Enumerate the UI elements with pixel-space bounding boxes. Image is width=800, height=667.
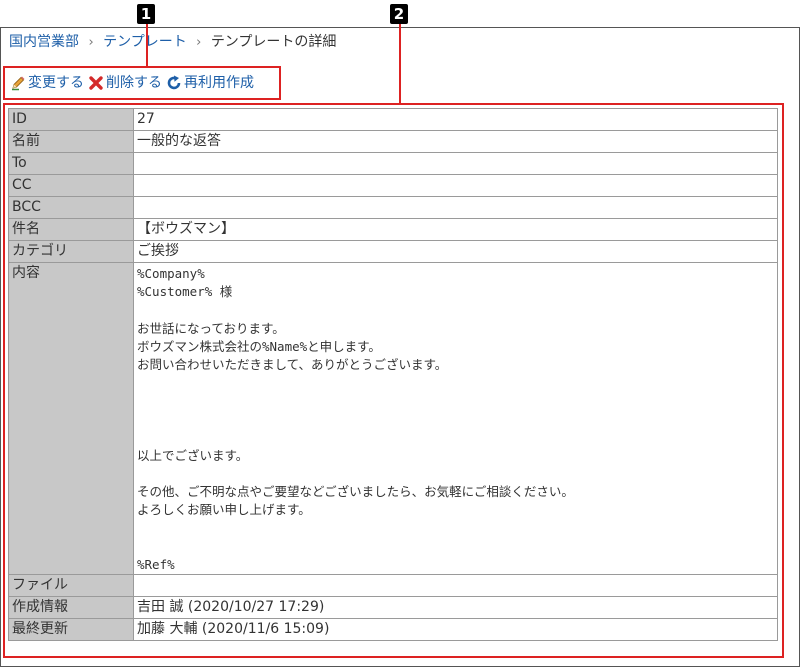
row-label: 内容	[8, 261, 134, 576]
delete-button-label: 削除する	[106, 75, 162, 91]
body-line: %Customer% 様	[137, 284, 233, 300]
callout-2-line	[399, 20, 401, 103]
row-value	[133, 574, 778, 598]
detail-row-file: ファイル	[8, 574, 778, 598]
row-label: 件名	[8, 218, 134, 241]
body-line: よろしくお願い申し上げます。	[137, 502, 311, 518]
callout-1-badge: 1	[137, 4, 155, 24]
callout-2-badge: 2	[390, 4, 408, 24]
detail-row-bcc: BCC	[8, 196, 778, 219]
breadcrumb-current: テンプレートの詳細	[210, 34, 337, 50]
body-text: %Company% %Customer% 様お世話になっております。ボウズマン株式…	[137, 265, 774, 574]
body-line	[137, 465, 774, 483]
body-line	[137, 538, 774, 556]
row-label: 名前	[8, 130, 134, 153]
body-line: その他、ご不明な点やご要望などございましたら、お気軽にご相談ください。	[137, 484, 574, 500]
body-line: %Company%	[137, 266, 205, 281]
pencil-icon	[10, 75, 26, 91]
row-value	[133, 174, 778, 197]
detail-row-created: 作成情報 吉田 誠 (2020/10/27 17:29)	[8, 596, 778, 620]
delete-button[interactable]: 削除する	[88, 73, 162, 93]
row-label: BCC	[8, 196, 134, 219]
template-detail-table: ID 27 名前 一般的な返答 To CC BCC 件名 【ボウズマン】 カテゴ…	[8, 108, 778, 642]
reuse-button-label: 再利用作成	[184, 75, 254, 91]
row-value	[133, 152, 778, 175]
row-value: 27	[133, 108, 778, 131]
row-label: CC	[8, 174, 134, 197]
row-label: 最終更新	[8, 618, 134, 642]
body-line	[137, 411, 774, 429]
detail-row-updated: 最終更新 加藤 大輔 (2020/11/6 15:09)	[8, 618, 778, 642]
body-line: 以上でございます。	[137, 447, 249, 463]
body-line: ボウズマン株式会社の%Name%と申します。	[137, 338, 381, 354]
refresh-icon	[166, 75, 182, 91]
edit-button[interactable]: 変更する	[10, 73, 84, 93]
breadcrumb-link-department[interactable]: 国内営業部	[9, 34, 79, 50]
body-content: %Company% %Customer% 様お世話になっております。ボウズマン株式…	[133, 261, 778, 576]
row-value: 【ボウズマン】	[133, 218, 778, 241]
breadcrumb-link-template[interactable]: テンプレート	[103, 34, 187, 50]
action-bar: 変更する 削除する 再利用作成	[10, 73, 258, 93]
detail-row-name: 名前 一般的な返答	[8, 130, 778, 153]
body-line	[137, 301, 774, 319]
body-line	[137, 392, 774, 410]
row-label: ファイル	[8, 574, 134, 598]
detail-row-id: ID 27	[8, 108, 778, 131]
row-label: カテゴリ	[8, 240, 134, 263]
body-line: お世話になっております。	[137, 320, 285, 336]
detail-row-body: 内容 %Company% %Customer% 様お世話になっております。ボウズマ…	[8, 261, 778, 576]
row-label: To	[8, 152, 134, 175]
detail-row-cc: CC	[8, 174, 778, 197]
row-value	[133, 196, 778, 219]
body-line: お問い合わせいただきまして、ありがとうございます。	[137, 356, 448, 372]
body-line: %Ref%	[137, 557, 175, 572]
row-label: 作成情報	[8, 596, 134, 620]
delete-x-icon	[88, 75, 104, 91]
body-line	[137, 429, 774, 447]
row-value: 吉田 誠 (2020/10/27 17:29)	[133, 596, 778, 620]
reuse-button[interactable]: 再利用作成	[166, 73, 254, 93]
breadcrumb-separator: ›	[88, 35, 94, 50]
detail-row-subject: 件名 【ボウズマン】	[8, 218, 778, 241]
detail-row-to: To	[8, 152, 778, 175]
body-line	[137, 374, 774, 392]
row-value: 加藤 大輔 (2020/11/6 15:09)	[133, 618, 778, 642]
detail-row-category: カテゴリ ご挨拶	[8, 240, 778, 263]
breadcrumb-separator: ›	[196, 35, 202, 50]
edit-button-label: 変更する	[28, 75, 84, 91]
body-line	[137, 520, 774, 538]
breadcrumb: 国内営業部 › テンプレート › テンプレートの詳細	[9, 33, 336, 51]
row-value: 一般的な返答	[133, 130, 778, 153]
row-value: ご挨拶	[133, 240, 778, 263]
row-label: ID	[8, 108, 134, 131]
